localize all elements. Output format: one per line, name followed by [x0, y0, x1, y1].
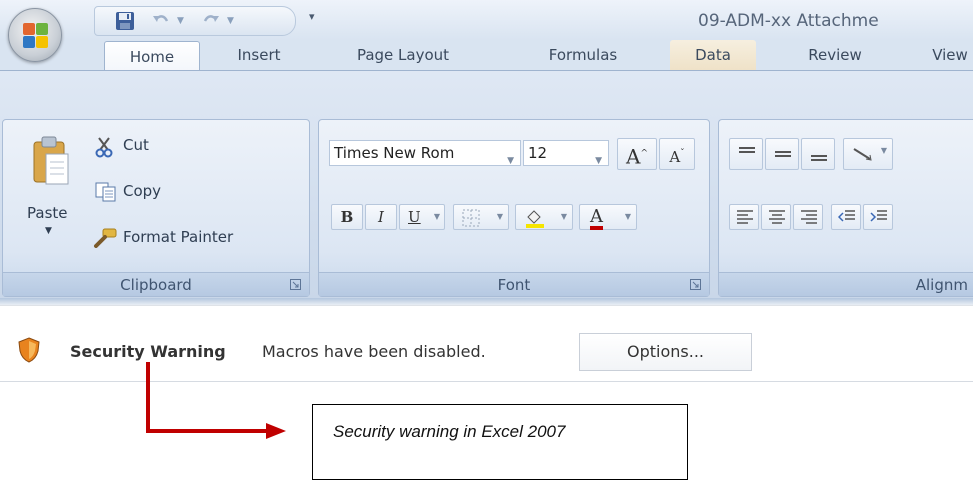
decrease-indent-button[interactable]	[831, 204, 861, 230]
font-size-dropdown-icon[interactable]: ▼	[595, 149, 602, 173]
tab-formulas[interactable]: Formulas	[530, 40, 636, 70]
clipboard-group: Paste ▼ Cut Copy Format Painter Clipboar…	[2, 119, 310, 297]
alignment-label-text: Alignm	[915, 276, 968, 294]
font-color-dropdown-icon[interactable]: ▼	[625, 205, 631, 229]
shrink-font-icon: A	[669, 148, 681, 166]
decrease-indent-icon	[838, 210, 855, 222]
cut-button[interactable]: Cut	[123, 136, 149, 154]
undo-dropdown-icon[interactable]: ▼	[177, 16, 184, 26]
tab-home[interactable]: Home	[104, 41, 200, 71]
font-name-value: Times New Rom	[334, 144, 455, 162]
align-center-icon	[769, 210, 785, 224]
title-bar: ▼ ▼ ▾ 09-ADM-xx Attachme	[0, 0, 973, 40]
borders-dropdown-icon[interactable]: ▼	[497, 205, 503, 229]
increase-indent-button[interactable]	[863, 204, 893, 230]
annotation-arrow	[146, 362, 286, 439]
align-right-icon	[801, 210, 817, 224]
align-right-button[interactable]	[793, 204, 823, 230]
security-warning-title: Security Warning	[70, 342, 226, 361]
bold-button[interactable]: B	[331, 204, 363, 230]
font-label-text: Font	[497, 276, 531, 294]
office-logo-icon	[23, 23, 48, 48]
paste-dropdown-icon[interactable]: ▼	[45, 226, 52, 236]
align-middle-icon	[775, 151, 791, 157]
copy-icon	[95, 182, 116, 202]
tab-data[interactable]: Data	[670, 40, 756, 70]
font-launcher-icon[interactable]	[690, 279, 701, 290]
underline-icon: U	[408, 208, 421, 226]
italic-icon: I	[378, 208, 384, 226]
redo-dropdown-icon[interactable]: ▼	[227, 16, 234, 26]
fill-color-icon	[526, 210, 544, 228]
align-top-button[interactable]	[729, 138, 763, 170]
clipboard-label-text: Clipboard	[120, 276, 192, 294]
redo-icon[interactable]	[201, 11, 221, 31]
font-size-value: 12	[528, 144, 548, 162]
grow-font-button[interactable]: A^	[617, 138, 657, 170]
align-middle-button[interactable]	[765, 138, 799, 170]
font-size-field[interactable]: 12 ▼	[523, 140, 609, 166]
shield-icon	[18, 337, 40, 363]
align-left-icon	[737, 210, 753, 224]
customize-qat-icon[interactable]: ▾	[309, 10, 315, 23]
font-group-label: Font	[319, 272, 709, 296]
font-color-icon: A	[590, 208, 603, 230]
underline-button[interactable]: U ▼	[399, 204, 445, 230]
annotation-text: Security warning in Excel 2007	[333, 422, 566, 441]
copy-button[interactable]: Copy	[123, 182, 161, 200]
format-painter-icon	[94, 228, 117, 248]
format-painter-button[interactable]: Format Painter	[123, 228, 233, 246]
orientation-dropdown-icon[interactable]: ▼	[881, 139, 887, 163]
tab-view[interactable]: View	[920, 40, 973, 70]
security-warning-message: Macros have been disabled.	[262, 342, 486, 361]
tab-page-layout[interactable]: Page Layout	[338, 40, 468, 70]
underline-dropdown-icon[interactable]: ▼	[434, 205, 440, 229]
align-center-button[interactable]	[761, 204, 791, 230]
grow-font-icon: A	[626, 144, 641, 169]
alignment-group: ▼ Alignm	[718, 119, 973, 297]
font-color-button[interactable]: A ▼	[579, 204, 637, 230]
align-bottom-button[interactable]	[801, 138, 835, 170]
save-icon[interactable]	[115, 11, 135, 31]
ribbon-tabs: Home Insert Page Layout Formulas Data Re…	[0, 40, 973, 71]
bold-icon: B	[340, 208, 354, 226]
align-top-icon	[739, 147, 755, 153]
align-bottom-icon	[811, 155, 827, 161]
fill-color-dropdown-icon[interactable]: ▼	[561, 205, 567, 229]
font-name-field[interactable]: Times New Rom ▼	[329, 140, 521, 166]
fill-color-button[interactable]: ▼	[515, 204, 573, 230]
font-name-dropdown-icon[interactable]: ▼	[507, 149, 514, 173]
shrink-font-button[interactable]: Aˇ	[659, 138, 695, 170]
borders-icon	[462, 209, 480, 227]
paste-icon[interactable]	[31, 134, 71, 188]
borders-button[interactable]: ▼	[453, 204, 509, 230]
italic-button[interactable]: I	[365, 204, 397, 230]
window-title: 09-ADM-xx Attachme	[698, 11, 879, 31]
increase-indent-icon	[870, 210, 887, 222]
clipboard-launcher-icon[interactable]	[290, 279, 301, 290]
paste-button[interactable]: Paste	[27, 204, 68, 222]
office-button[interactable]	[8, 8, 62, 62]
options-button[interactable]: Options...	[579, 333, 752, 371]
orientation-icon	[853, 148, 872, 161]
clipboard-group-label: Clipboard	[3, 272, 309, 296]
ribbon-separator	[0, 298, 973, 305]
tab-insert[interactable]: Insert	[222, 40, 296, 70]
undo-icon[interactable]	[151, 11, 171, 31]
alignment-group-label: Alignm	[719, 272, 973, 296]
quick-access-toolbar: ▼ ▼	[94, 6, 296, 36]
ribbon: Paste ▼ Cut Copy Format Painter Clipboar…	[0, 70, 973, 298]
cut-icon	[95, 137, 113, 158]
font-group: Times New Rom ▼ 12 ▼ A^ Aˇ B I U ▼ ▼ ▼ A…	[318, 119, 710, 297]
align-left-button[interactable]	[729, 204, 759, 230]
orientation-button[interactable]: ▼	[843, 138, 893, 170]
annotation-callout: Security warning in Excel 2007	[312, 404, 688, 480]
tab-review[interactable]: Review	[790, 40, 880, 70]
